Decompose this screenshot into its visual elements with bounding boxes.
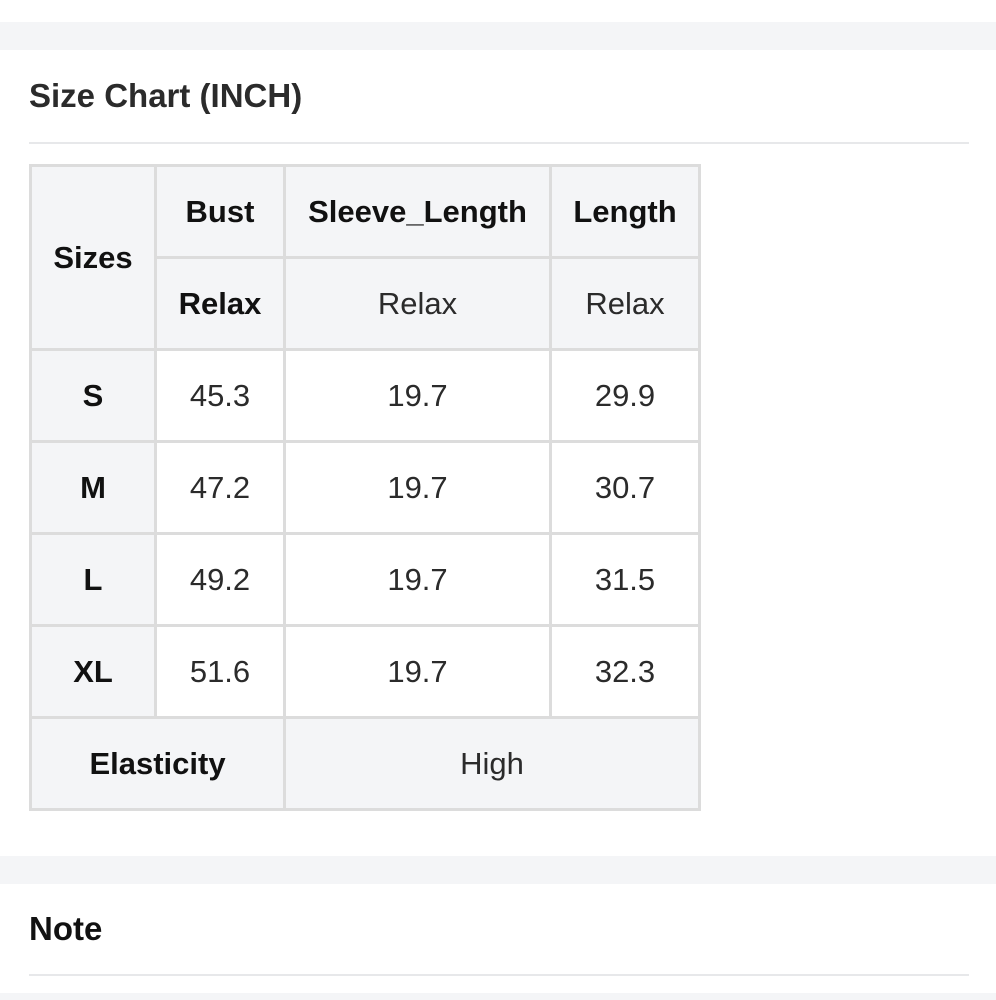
length-header-cell: Length	[549, 164, 701, 259]
bust-fit-cell: Relax	[154, 256, 286, 351]
size-chart-table: Sizes Bust Sleeve_Length Length Relax Re…	[29, 164, 701, 811]
top-separator-band	[0, 22, 996, 50]
table-row: XL 51.6 19.7 32.3	[29, 624, 701, 719]
bust-header-cell: Bust	[154, 164, 286, 259]
table-row: M 47.2 19.7 30.7	[29, 440, 701, 535]
length-cell: 29.9	[549, 348, 701, 443]
bust-cell: 45.3	[154, 348, 286, 443]
size-chart-title: Size Chart (INCH)	[29, 77, 303, 114]
table-row: S 45.3 19.7 29.9	[29, 348, 701, 443]
sleeve-length-cell: 19.7	[283, 624, 552, 719]
elasticity-row: Elasticity High	[29, 716, 701, 811]
sleeve-length-header-cell: Sleeve_Length	[283, 164, 552, 259]
length-cell: 32.3	[549, 624, 701, 719]
note-divider	[29, 974, 969, 976]
elasticity-value-cell: High	[283, 716, 701, 811]
title-divider	[29, 142, 969, 144]
size-cell: M	[29, 440, 157, 535]
length-cell: 31.5	[549, 532, 701, 627]
size-cell: L	[29, 532, 157, 627]
table-header-row: Sizes Bust Sleeve_Length Length	[29, 164, 701, 351]
sleeve-length-cell: 19.7	[283, 440, 552, 535]
middle-separator-band	[0, 856, 996, 884]
sleeve-length-cell: 19.7	[283, 532, 552, 627]
bust-cell: 47.2	[154, 440, 286, 535]
bust-cell: 49.2	[154, 532, 286, 627]
size-cell: S	[29, 348, 157, 443]
elasticity-label-cell: Elasticity	[29, 716, 286, 811]
table-row: L 49.2 19.7 31.5	[29, 532, 701, 627]
bust-cell: 51.6	[154, 624, 286, 719]
sizes-header-cell: Sizes	[29, 164, 157, 351]
sleeve-length-fit-cell: Relax	[283, 256, 552, 351]
bottom-separator-band	[0, 993, 996, 1000]
length-fit-cell: Relax	[549, 256, 701, 351]
note-title: Note	[29, 910, 103, 947]
length-cell: 30.7	[549, 440, 701, 535]
size-cell: XL	[29, 624, 157, 719]
sleeve-length-cell: 19.7	[283, 348, 552, 443]
